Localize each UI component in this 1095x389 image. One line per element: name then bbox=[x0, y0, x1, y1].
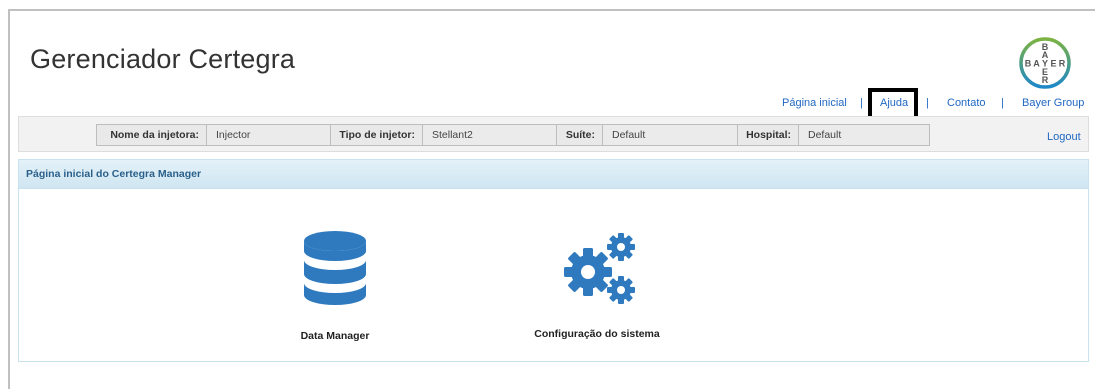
hospital-value: Default bbox=[799, 125, 929, 145]
nav-separator: | bbox=[860, 97, 863, 109]
data-manager-tile[interactable]: Data Manager bbox=[283, 230, 387, 342]
nav-link-home[interactable]: Página inicial bbox=[782, 97, 847, 109]
nav-separator: | bbox=[1001, 97, 1004, 109]
suite-label: Suíte: bbox=[557, 125, 603, 145]
bayer-logo: B A B A Y E R E R bbox=[1019, 37, 1071, 89]
suite-value: Default bbox=[603, 125, 738, 145]
injector-info-bar: Nome da injetora: Injector Tipo de injet… bbox=[18, 116, 1089, 152]
injector-info-group: Nome da injetora: Injector Tipo de injet… bbox=[96, 124, 930, 146]
svg-text:E: E bbox=[1050, 59, 1056, 69]
app-title: Gerenciador Certegra bbox=[30, 44, 296, 74]
nav-link-bayer-group[interactable]: Bayer Group bbox=[1022, 97, 1084, 109]
nav-separator: | bbox=[926, 97, 929, 109]
gears-icon bbox=[554, 232, 640, 308]
database-icon bbox=[303, 230, 367, 306]
system-config-tile[interactable]: Configuração do sistema bbox=[532, 232, 662, 340]
injector-name-value: Injector bbox=[207, 125, 331, 145]
home-panel: Página inicial do Certegra Manager Data … bbox=[18, 159, 1089, 362]
nav-link-contact[interactable]: Contato bbox=[947, 97, 986, 109]
svg-text:A: A bbox=[1033, 59, 1040, 69]
svg-text:B: B bbox=[1025, 59, 1032, 69]
top-navigation: Página inicial | Ajuda | Contato | Bayer… bbox=[0, 97, 1095, 111]
panel-title: Página inicial do Certegra Manager bbox=[19, 160, 1088, 189]
logout-link[interactable]: Logout bbox=[1047, 131, 1081, 143]
injector-type-value: Stellant2 bbox=[423, 125, 557, 145]
hospital-label: Hospital: bbox=[738, 125, 799, 145]
svg-text:R: R bbox=[1059, 59, 1066, 69]
data-manager-label: Data Manager bbox=[300, 330, 370, 342]
injector-name-label: Nome da injetora: bbox=[97, 125, 207, 145]
svg-text:R: R bbox=[1042, 75, 1049, 85]
system-config-label: Configuração do sistema bbox=[534, 328, 660, 340]
injector-type-label: Tipo de injetor: bbox=[331, 125, 423, 145]
